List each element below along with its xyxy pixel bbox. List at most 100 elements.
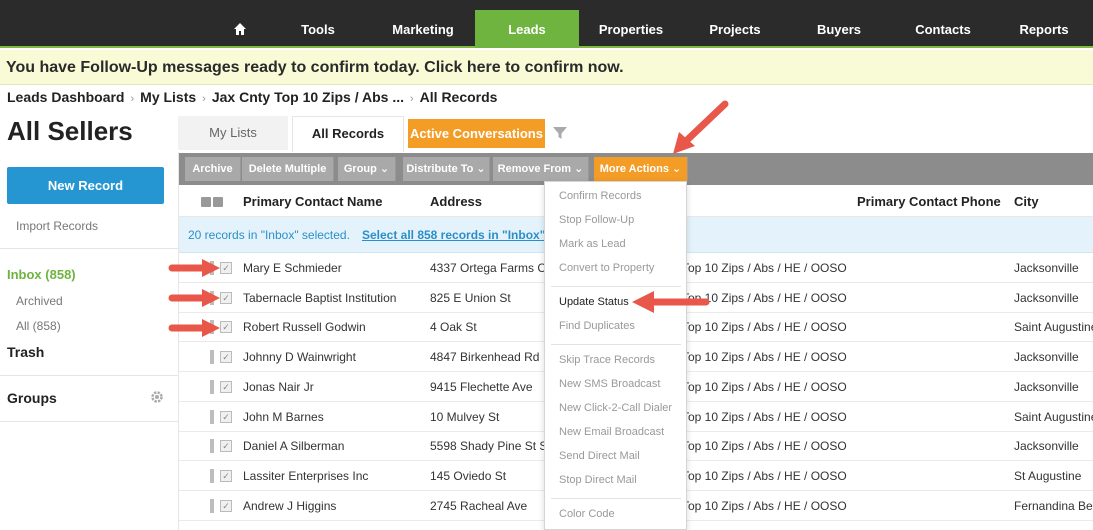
drag-handle[interactable] (210, 350, 214, 365)
menu-item-skip-trace[interactable]: Skip Trace Records (559, 354, 655, 366)
breadcrumb: Leads Dashboard › My Lists › Jax Cnty Top 10… (7, 89, 497, 107)
column-header-phone[interactable]: Primary Contact Phone (857, 186, 1001, 217)
distribute-to-dropdown[interactable]: Distribute To ⌄ (403, 157, 490, 181)
filter-icon[interactable] (552, 125, 568, 146)
more-actions-menu: Confirm Records Stop Follow-Up Mark as L… (544, 181, 687, 530)
column-header-city[interactable]: City (1014, 186, 1039, 217)
page-title: All Sellers (7, 116, 133, 146)
chevron-right-icon: › (130, 93, 135, 105)
menu-item-update-status[interactable]: Update Status (559, 296, 629, 308)
cell-list: Top 10 Zips / Abs / HE / OOSO (682, 261, 847, 275)
sidebar-item-archived[interactable]: Archived (16, 294, 63, 308)
nav-marketing[interactable]: Marketing (372, 0, 474, 48)
cell-name[interactable]: Andrew J Higgins (243, 491, 423, 521)
cell-name[interactable]: Mary E Schmieder (243, 253, 423, 283)
cell-name[interactable]: Lassiter Enterprises Inc (243, 461, 423, 491)
cell-address: 2745 Racheal Ave (430, 498, 528, 513)
annotation-arrow (168, 319, 220, 337)
select-all-toggle[interactable] (213, 197, 223, 207)
cell-address: 10 Mulvey St (430, 409, 500, 424)
menu-item-convert-to-property[interactable]: Convert to Property (559, 262, 654, 274)
gear-icon[interactable] (150, 390, 164, 409)
menu-item-find-duplicates[interactable]: Find Duplicates (559, 320, 635, 332)
cell-city: Jacksonville (1014, 350, 1079, 365)
cell-list: Top 10 Zips / Abs / HE / OOSO (682, 350, 847, 365)
cell-city: Jacksonville (1014, 379, 1079, 394)
cell-list: Top 10 Zips / Abs / HE / OOSO (682, 379, 847, 394)
menu-item-confirm-records[interactable]: Confirm Records (559, 190, 642, 202)
cell-name[interactable]: Johnny D Wainwright (243, 342, 423, 372)
tab-my-lists[interactable]: My Lists (178, 116, 288, 150)
cell-list: Top 10 Zips / Abs / HE / OOSO (682, 439, 847, 454)
delete-multiple-button[interactable]: Delete Multiple (242, 157, 334, 181)
drag-handle[interactable] (210, 409, 214, 424)
home-icon[interactable] (222, 0, 258, 48)
menu-item-click-2-call[interactable]: New Click-2-Call Dialer (559, 402, 672, 414)
nav-buyers[interactable]: Buyers (787, 0, 891, 48)
annotation-arrow (168, 289, 220, 307)
cell-city: Jacksonville (1014, 261, 1079, 275)
row-checkbox[interactable]: ✓ (220, 469, 232, 482)
row-checkbox[interactable]: ✓ (220, 440, 232, 453)
follow-up-banner[interactable]: You have Follow-Up messages ready to con… (0, 50, 1093, 85)
row-checkbox[interactable]: ✓ (220, 499, 232, 512)
nav-tools[interactable]: Tools (268, 0, 368, 48)
nav-reports[interactable]: Reports (995, 0, 1093, 48)
drag-handle[interactable] (210, 468, 214, 483)
cell-name[interactable]: Tabernacle Baptist Institution (243, 283, 423, 313)
new-record-button[interactable]: New Record (7, 167, 164, 204)
menu-item-color-code[interactable]: Color Code (559, 508, 615, 520)
more-actions-dropdown[interactable]: More Actions ⌄ (594, 157, 688, 181)
tab-active-conversations[interactable]: Active Conversations (408, 119, 545, 148)
cell-city: Jacksonville (1014, 439, 1079, 454)
import-records-link[interactable]: Import Records (16, 219, 98, 233)
sidebar-item-inbox[interactable]: Inbox (858) (7, 267, 76, 282)
group-dropdown[interactable]: Group ⌄ (338, 157, 396, 181)
archive-button[interactable]: Archive (185, 157, 241, 181)
menu-item-stop-follow-up[interactable]: Stop Follow-Up (559, 214, 634, 226)
drag-handle[interactable] (210, 439, 214, 454)
cell-address: 9415 Flechette Ave (430, 379, 533, 394)
select-all-link[interactable]: Select all 858 records in "Inbox" (362, 228, 545, 242)
nav-leads[interactable]: Leads (475, 10, 579, 48)
sidebar-item-all[interactable]: All (858) (16, 319, 61, 333)
menu-item-stop-direct-mail[interactable]: Stop Direct Mail (559, 474, 637, 486)
breadcrumb-my-lists[interactable]: My Lists (140, 89, 196, 105)
cell-list: Top 10 Zips / Abs / HE / OOSO (682, 409, 847, 424)
tab-all-records[interactable]: All Records (292, 116, 404, 152)
top-navigation: Tools Marketing Leads Properties Project… (0, 0, 1093, 48)
row-checkbox[interactable]: ✓ (220, 351, 232, 364)
cell-name[interactable]: John M Barnes (243, 402, 423, 432)
menu-item-new-sms-broadcast[interactable]: New SMS Broadcast (559, 378, 660, 390)
cell-name[interactable]: Jonas Nair Jr (243, 372, 423, 402)
menu-item-new-email-broadcast[interactable]: New Email Broadcast (559, 426, 664, 438)
cell-city: Fernandina Bea (1014, 498, 1093, 513)
cell-name[interactable]: Robert Russell Godwin (243, 312, 423, 342)
annotation-arrow (168, 259, 220, 277)
cell-city: Saint Augustine (1014, 320, 1093, 335)
nav-properties[interactable]: Properties (579, 0, 683, 48)
selection-count: 20 records in "Inbox" selected. (188, 228, 350, 242)
row-checkbox[interactable]: ✓ (220, 410, 232, 423)
divider (0, 248, 179, 249)
sidebar-item-trash[interactable]: Trash (7, 344, 44, 360)
drag-handle[interactable] (210, 379, 214, 394)
column-header-name[interactable]: Primary Contact Name (243, 186, 382, 217)
cell-city: Jacksonville (1014, 290, 1079, 305)
drag-handle[interactable] (210, 498, 214, 513)
row-checkbox[interactable]: ✓ (220, 380, 232, 393)
nav-projects[interactable]: Projects (683, 0, 787, 48)
select-all-checkbox[interactable] (201, 197, 211, 207)
cell-list: Top 10 Zips / Abs / HE / OOSO (682, 498, 847, 513)
cell-name[interactable]: Daniel A Silberman (243, 431, 423, 461)
menu-item-send-direct-mail[interactable]: Send Direct Mail (559, 450, 640, 462)
column-header-address[interactable]: Address (430, 186, 482, 217)
cell-address: 5598 Shady Pine St S (430, 439, 544, 454)
divider (0, 421, 179, 422)
menu-item-mark-as-lead[interactable]: Mark as Lead (559, 238, 626, 250)
nav-contacts[interactable]: Contacts (891, 0, 995, 48)
breadcrumb-list[interactable]: Jax Cnty Top 10 Zips / Abs ... (212, 89, 404, 105)
remove-from-dropdown[interactable]: Remove From ⌄ (493, 157, 589, 181)
sidebar-item-groups[interactable]: Groups (7, 390, 57, 406)
breadcrumb-leads-dashboard[interactable]: Leads Dashboard (7, 89, 124, 105)
